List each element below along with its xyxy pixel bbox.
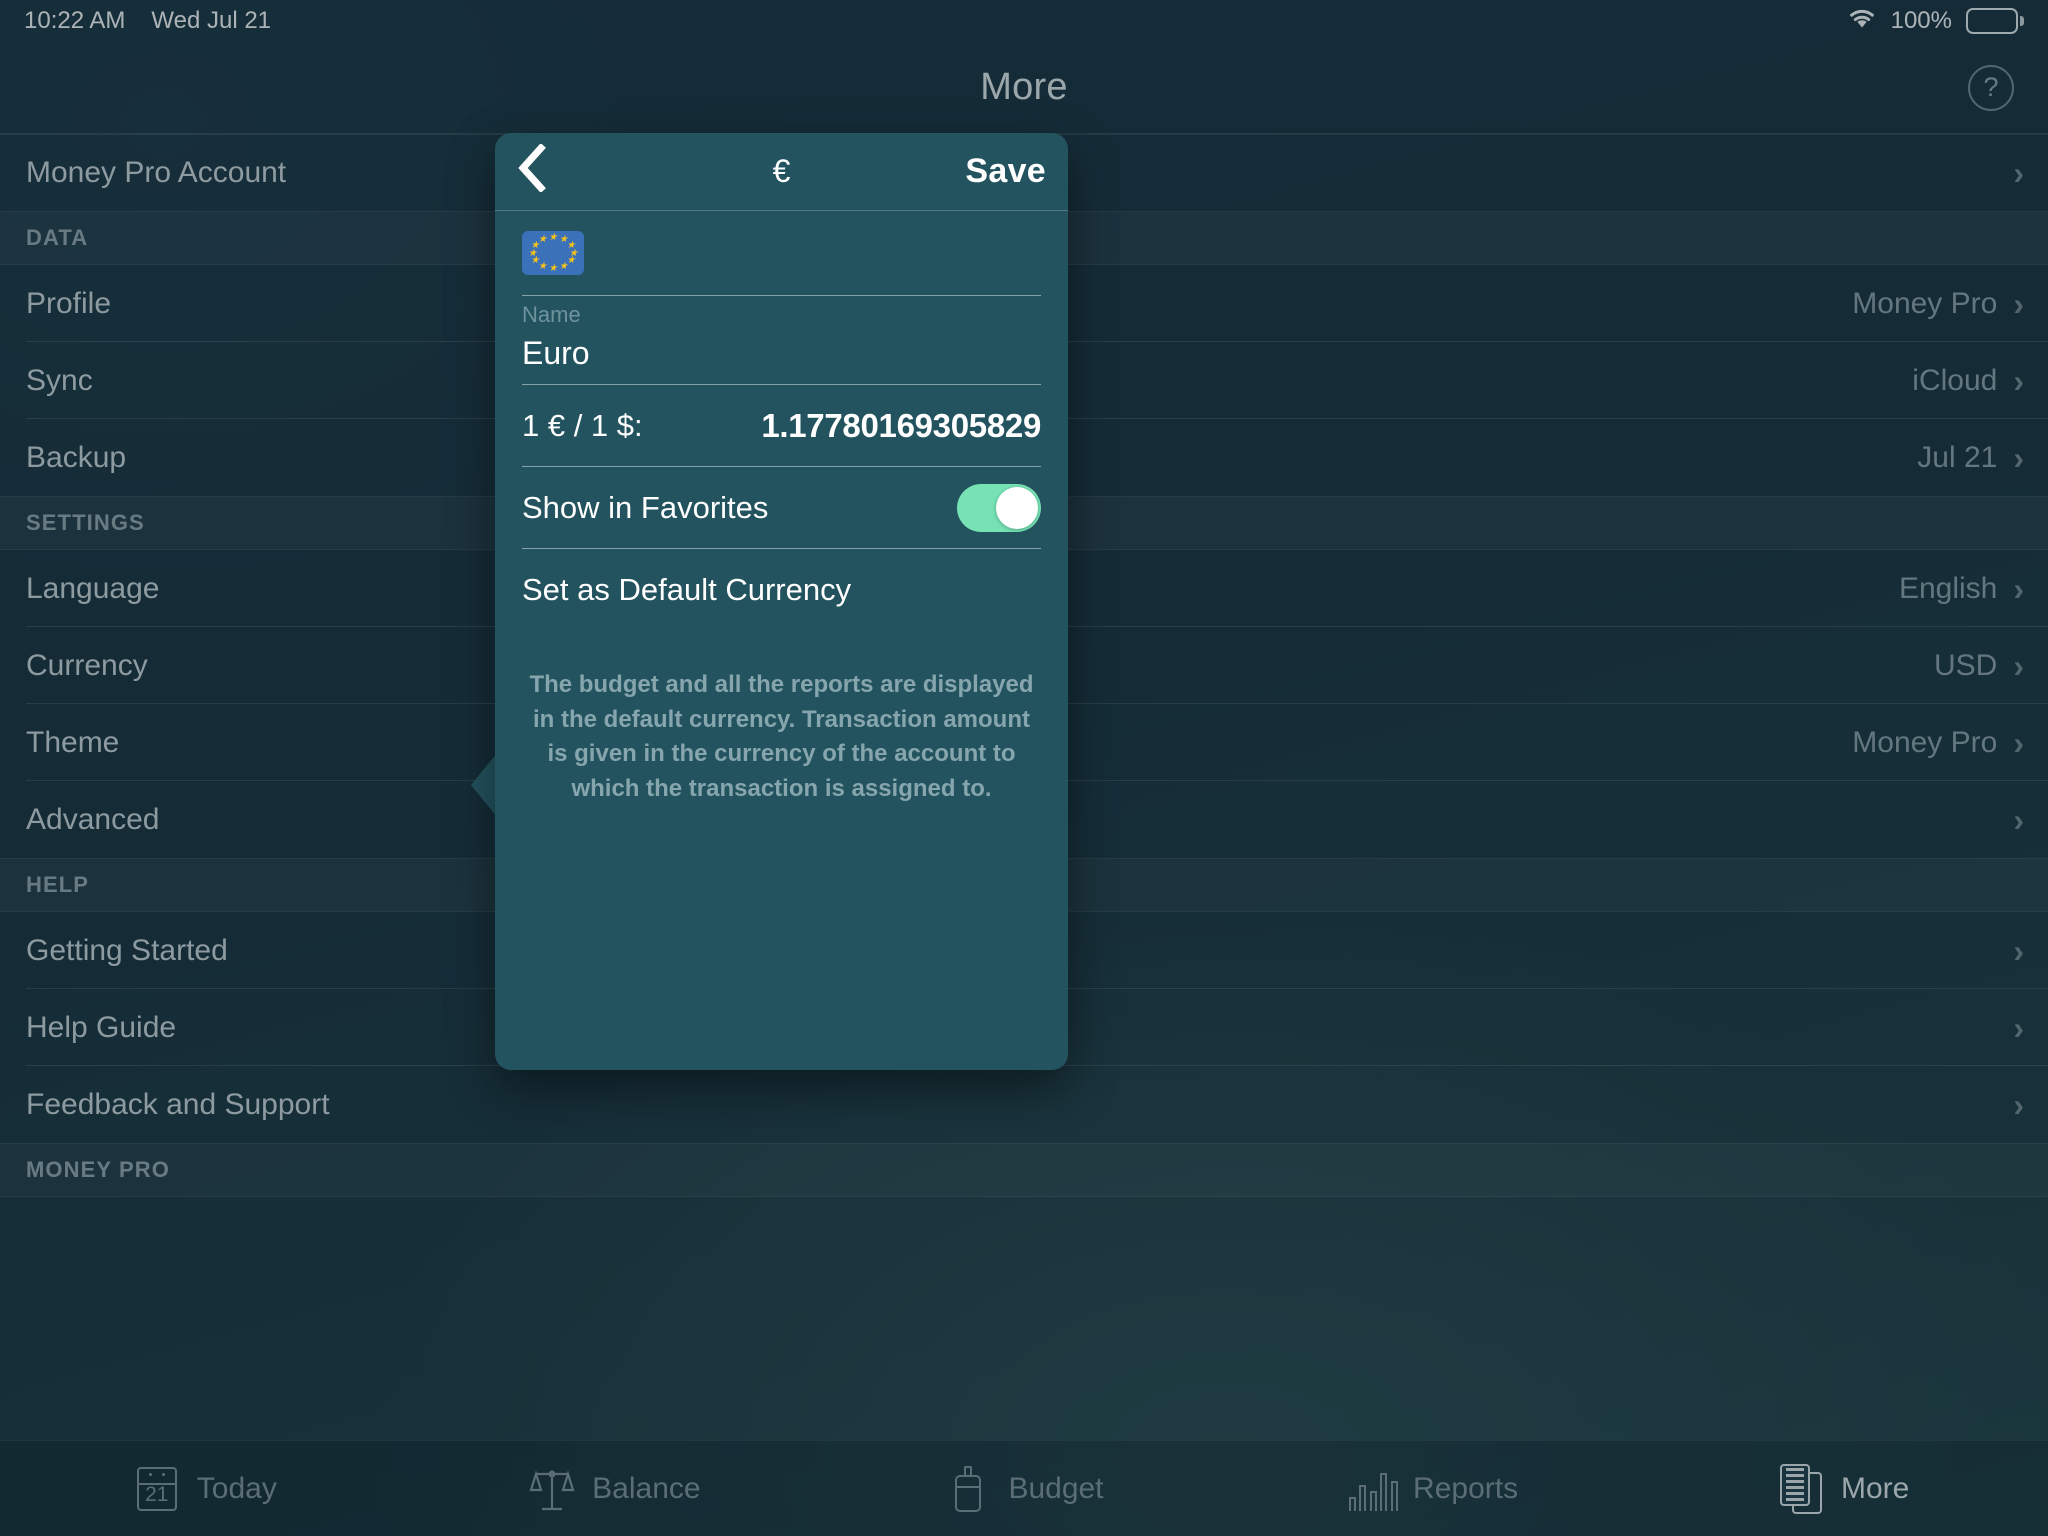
name-field[interactable]: Name Euro	[522, 295, 1041, 384]
name-field-value: Euro	[522, 335, 590, 371]
show-in-favorites-label: Show in Favorites	[522, 489, 769, 525]
name-field-label: Name	[522, 302, 581, 327]
exchange-rate-label: 1 € / 1 $:	[522, 407, 643, 443]
show-in-favorites-toggle[interactable]	[957, 483, 1041, 532]
european-union-flag-icon: ★ ★ ★ ★ ★ ★ ★ ★ ★ ★ ★ ★	[522, 231, 584, 275]
exchange-rate-row[interactable]: 1 € / 1 $: 1.17780169305829	[522, 384, 1041, 466]
popover-note: The budget and all the reports are displ…	[529, 671, 1034, 802]
chevron-left-icon[interactable]	[517, 142, 557, 200]
popover-arrow	[471, 753, 497, 817]
save-button[interactable]: Save	[965, 152, 1046, 191]
show-in-favorites-row: Show in Favorites	[522, 466, 1041, 548]
flag-row[interactable]: ★ ★ ★ ★ ★ ★ ★ ★ ★ ★ ★ ★	[495, 211, 1068, 295]
toggle-knob	[996, 486, 1038, 529]
currency-edit-popover: € Save ★ ★ ★ ★ ★ ★ ★ ★ ★ ★ ★ ★ Name Euro	[495, 133, 1068, 1070]
popover-header: € Save	[495, 133, 1068, 211]
set-as-default-currency-button[interactable]: Set as Default Currency	[522, 548, 1041, 630]
exchange-rate-value: 1.17780169305829	[761, 406, 1041, 444]
ipad-screen: 10:22 AM Wed Jul 21 100% More ? Money Pr…	[0, 0, 2048, 1536]
